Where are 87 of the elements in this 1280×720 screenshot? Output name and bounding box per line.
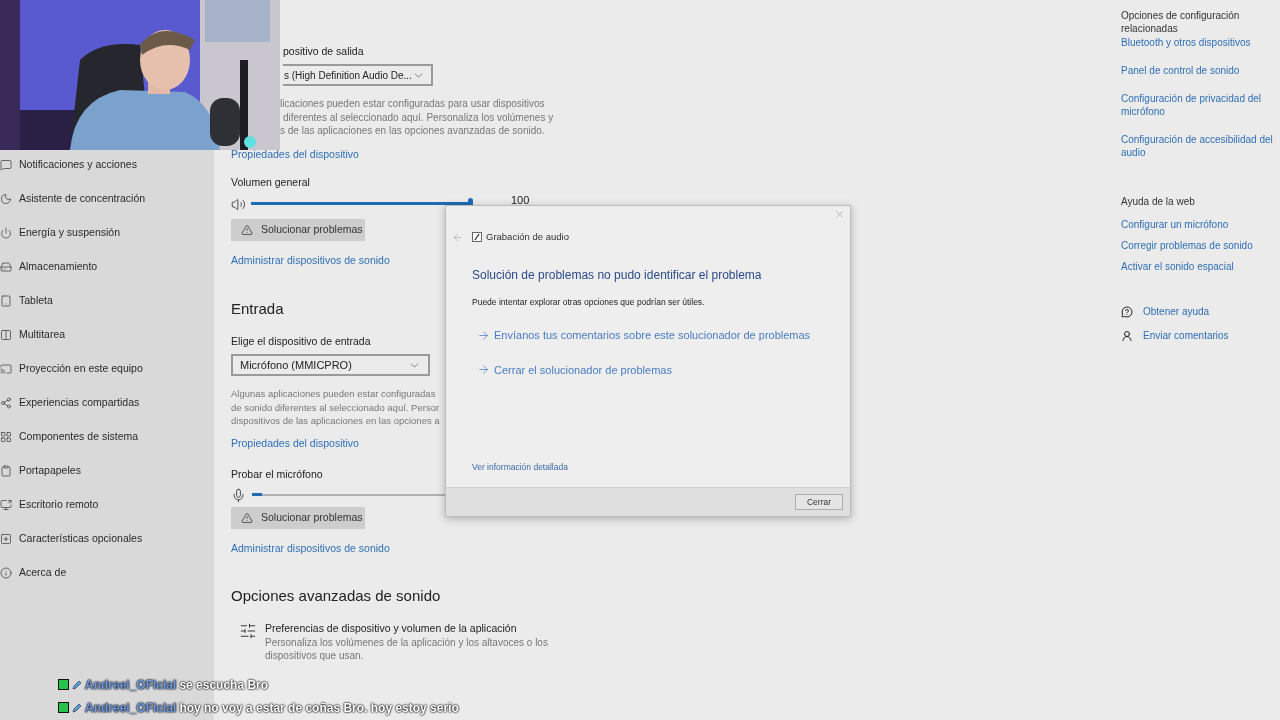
description-line: dispositivos de las aplicaciones en las opciones a [231, 414, 440, 428]
badge-icon [58, 702, 69, 713]
link[interactable]: Administrar dispositivos de sonido [231, 541, 390, 557]
columns-icon [0, 328, 12, 341]
sidebar-item[interactable]: Energía y suspensión [0, 224, 214, 241]
close-icon[interactable] [834, 209, 845, 220]
sidebar-item[interactable]: Asistente de concentración [0, 190, 214, 207]
sidebar-item[interactable]: Acerca de [0, 564, 214, 581]
screen-share-icon [0, 498, 12, 511]
drive-icon [0, 260, 12, 273]
app-window-icon [472, 232, 482, 243]
sliders-icon [239, 621, 257, 640]
pencil-icon [72, 679, 82, 690]
dialog-option-link[interactable]: Envíanos tus comentarios sobre este solucionador de problemas [477, 327, 850, 344]
share-icon [0, 396, 12, 409]
web-help-link[interactable]: Configurar un micrófono [1121, 217, 1279, 232]
description-line: licaciones pueden estar configuradas para usar dispositivos [279, 97, 546, 111]
sidebar-item[interactable]: Escritorio remoto [0, 496, 214, 513]
web-help-link[interactable]: Corregir problemas de sonido [1121, 238, 1279, 253]
message-icon [0, 158, 12, 171]
description-line: s de las aplicaciones en las opciones avanzadas de sonido. [279, 124, 546, 138]
web-help-heading: Ayuda de la web [1121, 195, 1196, 209]
microphone-icon [231, 487, 246, 503]
link[interactable]: Propiedades del dispositivo [231, 435, 359, 452]
sidebar-item[interactable]: Tableta [0, 292, 214, 309]
related-link[interactable]: Panel de control de sonido [1121, 64, 1279, 77]
link[interactable]: Propiedades del dispositivo [231, 146, 359, 160]
person-icon [1121, 329, 1133, 342]
details-link[interactable]: Ver información detallada [472, 461, 568, 474]
warning-icon [241, 512, 253, 525]
tablet-icon [0, 294, 12, 307]
speaker-icon [231, 196, 246, 212]
section-heading: Opciones avanzadas de sonido [231, 586, 441, 606]
dialog-message: Puede intentar explorar otras opciones que podrían ser útiles. [472, 296, 706, 309]
dialog-heading: Solución de problemas no pudo identificar el problema [472, 267, 763, 285]
sidebar-item[interactable]: Multitarea [0, 326, 214, 343]
related-heading: Opciones de configuración relacionadas [1121, 9, 1241, 35]
plus-square-icon [0, 532, 12, 545]
field-label: Probar el micrófono [231, 466, 323, 482]
advanced-item-description: Personaliza los volúmenes de la aplicación y los altavoces o los dispositivos que usan. [265, 636, 549, 663]
volume-reading: 100 [511, 194, 530, 207]
field-label: Elige el dispositivo de entrada [231, 333, 371, 349]
related-link[interactable]: Configuración de privacidad del micrófono [1121, 92, 1279, 118]
chat-username: Andreei_OFicial [85, 699, 177, 717]
sidebar-item[interactable]: Proyección en este equipo [0, 360, 214, 377]
description-line: diferentes al seleccionado aquí. Personaliza los volúmenes y [282, 110, 554, 124]
arrow-right-icon [477, 328, 490, 342]
sidebar-item[interactable]: Notificaciones y acciones [0, 156, 214, 173]
advanced-item-title[interactable]: Preferencias de dispositivo y volumen de la aplicación [265, 620, 555, 637]
input-select[interactable]: Micrófono (MMICPRO) [231, 354, 430, 377]
sidebar-item[interactable]: Portapapeles [0, 462, 214, 479]
sidebar-item[interactable]: Almacenamiento [0, 258, 214, 275]
help-link[interactable]: Obtener ayuda [1143, 304, 1210, 319]
chat-message: hoy no voy a estar de coñas Bro. hoy estoy serio [179, 699, 459, 717]
info-icon [0, 566, 12, 579]
arrow-right-icon [477, 363, 490, 377]
description-line: de sonido diferentes al seleccionado aquí. Persor [231, 400, 440, 415]
related-link[interactable]: Configuración de accesibilidad del audio [1121, 133, 1279, 159]
chat-message: se escucha Bro [179, 676, 269, 694]
sidebar-item[interactable]: Características opcionales [0, 530, 214, 547]
help-bubble-icon [1121, 305, 1133, 318]
related-link[interactable]: Bluetooth y otros dispositivos [1121, 36, 1279, 49]
troubleshoot-button[interactable]: Solucionar problemas [231, 219, 365, 242]
sidebar-item[interactable]: Componentes de sistema [0, 428, 214, 445]
close-button[interactable]: Cerrar [795, 494, 843, 510]
description-line: Algunas aplicaciones pueden estar configuradas [231, 387, 437, 401]
badge-icon [58, 679, 69, 690]
help-link[interactable]: Enviar comentarios [1143, 328, 1229, 343]
moon-icon [0, 192, 12, 205]
cast-icon [0, 362, 12, 375]
pencil-icon [72, 702, 82, 713]
output-select[interactable]: s (High Definition Audio De... [283, 64, 433, 86]
section-heading: Entrada [231, 299, 284, 319]
clipboard-icon [0, 464, 12, 477]
power-icon [0, 226, 12, 239]
back-arrow-icon[interactable] [452, 231, 463, 243]
warning-icon [241, 224, 253, 237]
dialog-option-link[interactable]: Cerrar el solucionador de problemas [477, 361, 850, 378]
dialog-title: Grabación de audio [486, 230, 569, 244]
link[interactable]: Administrar dispositivos de sonido [231, 253, 390, 269]
chat-username: Andreei_OFicial [85, 676, 177, 694]
field-label: positivo de salida [282, 44, 364, 57]
grid-icon [0, 430, 12, 443]
sidebar-item[interactable]: Experiencias compartidas [0, 394, 214, 411]
field-label: Volumen general [231, 174, 310, 190]
troubleshoot-button[interactable]: Solucionar problemas [231, 507, 365, 530]
web-help-link[interactable]: Activar el sonido espacial [1121, 259, 1279, 274]
